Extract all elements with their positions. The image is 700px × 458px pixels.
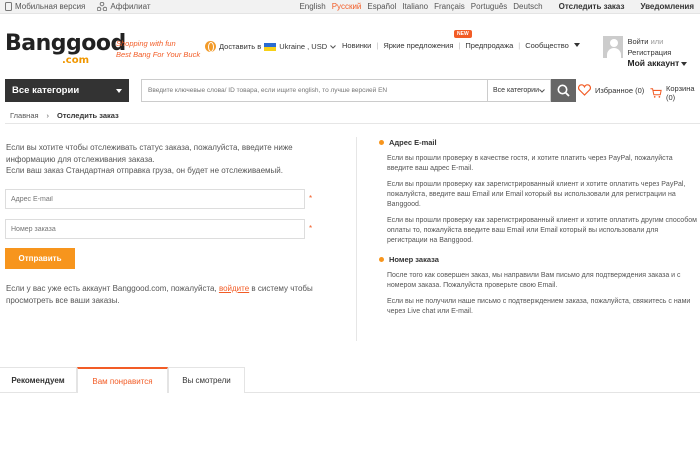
chevron-down-icon	[330, 44, 336, 49]
nav-new-arrivals[interactable]: Новинки	[342, 41, 371, 50]
order-help-title-text: Номер заказа	[389, 255, 439, 264]
search-input[interactable]	[141, 79, 487, 102]
lang-russian[interactable]: Русский	[332, 2, 362, 11]
order-help-title: Номер заказа	[379, 255, 697, 264]
favorites-link[interactable]: Избранное (0)	[578, 84, 644, 96]
or-label: или	[650, 37, 664, 46]
required-marker: *	[309, 194, 313, 203]
breadcrumb-current: Отследить заказ	[57, 111, 119, 120]
intro-line-1: Если вы хотите чтобы отслеживать статус …	[6, 143, 293, 152]
cart-link[interactable]: Корзина (0)	[650, 84, 700, 102]
affiliate-icon	[97, 2, 108, 11]
tagline-line-2: Best Bang For Your Buck	[116, 50, 201, 59]
tab-recommended[interactable]: Рекомендуем	[0, 367, 77, 393]
mobile-version-link[interactable]: Мобильная версия	[5, 2, 85, 11]
notifications-link[interactable]: Уведомления	[640, 2, 694, 11]
logo-domain: .com	[62, 55, 90, 66]
search-icon	[557, 84, 570, 97]
bullet-icon	[379, 257, 384, 262]
order-help-paragraph: После того как совершен заказ, мы направ…	[387, 272, 681, 289]
lang-spanish[interactable]: Español	[367, 2, 396, 11]
cart-label: Корзина (0)	[665, 84, 695, 102]
login-link[interactable]: Войти	[628, 37, 649, 46]
register-link[interactable]: Регистрация	[628, 48, 672, 57]
chevron-down-icon	[539, 88, 545, 93]
chevron-down-icon	[681, 62, 688, 66]
ship-to-selector[interactable]: Доставить в Ukraine , USD	[205, 41, 336, 52]
main-nav: Новинки | Яркие предложения | Предпродаж…	[342, 41, 580, 50]
tab-you-may-like[interactable]: Вам понравится	[77, 367, 168, 393]
tagline: Shopping with fun Best Bang For Your Buc…	[116, 38, 200, 60]
globe-icon	[205, 41, 216, 52]
account-area[interactable]: Войти или Регистрация Мой аккаунт	[603, 36, 700, 69]
email-help-paragraph: Если вы прошли проверку как зарегистриро…	[387, 217, 697, 244]
nav-presale[interactable]: Предпродажа	[465, 41, 513, 50]
track-order-link[interactable]: Отследить заказ	[559, 2, 625, 11]
divider	[5, 123, 700, 124]
submit-button[interactable]: Отправить	[5, 248, 75, 269]
ship-to-value: Ukraine , USD	[279, 42, 328, 51]
new-badge: NEW	[454, 30, 472, 38]
search-scope-select[interactable]: Все категории	[487, 79, 551, 102]
intro-line-2: информацию для отслеживания заказа.	[6, 154, 155, 164]
lang-english[interactable]: English	[299, 2, 325, 11]
banggood-logo[interactable]: Banggood	[5, 31, 126, 56]
order-help-paragraph: Если вы не получили наше письмо с подтве…	[387, 298, 691, 315]
logo-text: Banggood	[5, 31, 126, 56]
ukraine-flag-icon	[264, 42, 277, 51]
chevron-down-icon	[116, 88, 122, 93]
mobile-version-label: Мобильная версия	[15, 2, 86, 11]
mobile-icon	[5, 2, 12, 11]
top-bar: Мобильная версия Аффилиат English Русски…	[0, 0, 700, 14]
avatar[interactable]	[603, 36, 623, 58]
lang-portuguese[interactable]: Português	[471, 2, 507, 11]
order-number-field[interactable]	[5, 219, 305, 239]
email-help-paragraph: Если вы прошли проверку в качестве гостя…	[387, 155, 673, 172]
divider	[244, 392, 700, 393]
search-button[interactable]	[551, 79, 576, 102]
help-panel: Адрес E-mail Если вы прошли проверку в к…	[379, 138, 697, 323]
email-field[interactable]	[5, 189, 305, 209]
intro-line-3: Если ваш заказ Стандартная отправка груз…	[6, 166, 283, 175]
email-help-title: Адрес E-mail	[379, 138, 697, 147]
email-help-paragraph: Если вы прошли проверку как зарегистриро…	[387, 181, 686, 208]
ship-to-label: Доставить в	[219, 42, 262, 51]
tab-recently-viewed[interactable]: Вы смотрели	[168, 367, 245, 393]
chevron-down-icon	[573, 43, 580, 47]
header: Banggood .com Shopping with fun Best Ban…	[0, 15, 700, 75]
affiliate-label: Аффилиат	[110, 2, 151, 11]
track-intro-text: Если вы хотите чтобы отслеживать статус …	[6, 142, 316, 177]
lang-italian[interactable]: Italiano	[402, 2, 428, 11]
lang-german[interactable]: Deutsch	[513, 2, 542, 11]
login-note-before: Если у вас уже есть аккаунт Banggood.com…	[6, 284, 217, 293]
login-link[interactable]: войдите	[219, 284, 249, 293]
recommendation-tabs: Рекомендуем Вам понравится Вы смотрели	[0, 367, 700, 393]
chevron-right-icon: ›	[46, 111, 50, 120]
my-account-link[interactable]: Мой аккаунт	[628, 58, 680, 68]
email-help-title-text: Адрес E-mail	[389, 138, 437, 147]
all-categories-button[interactable]: Все категории	[5, 79, 129, 102]
column-divider	[356, 137, 357, 341]
nav-community[interactable]: Сообщество	[525, 41, 569, 50]
heart-icon	[578, 84, 591, 96]
search-scope-value: Все категории	[493, 87, 539, 94]
breadcrumb: Главная › Отследить заказ	[10, 111, 119, 120]
all-categories-label: Все категории	[12, 85, 80, 96]
favorites-label: Избранное (0)	[595, 85, 645, 95]
breadcrumb-home[interactable]: Главная	[10, 111, 39, 120]
cart-icon	[650, 88, 662, 98]
required-marker: *	[309, 224, 313, 233]
tagline-line-1: Shopping with fun	[116, 39, 176, 48]
login-note: Если у вас уже есть аккаунт Banggood.com…	[6, 283, 336, 306]
bullet-icon	[379, 140, 384, 145]
lang-french[interactable]: Français	[434, 2, 465, 11]
affiliate-link[interactable]: Аффилиат	[97, 2, 151, 11]
nav-flash-deals[interactable]: Яркие предложения	[383, 41, 453, 50]
